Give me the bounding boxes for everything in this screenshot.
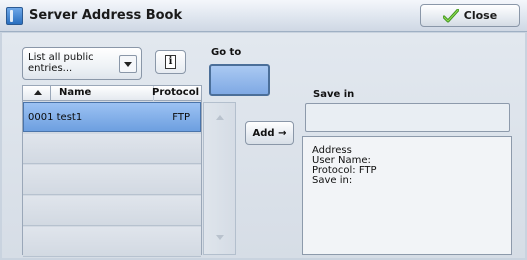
close-button[interactable]: Close [420, 4, 520, 27]
address-list: Name Protocol 0001 test1 FTP [22, 85, 202, 257]
goto-input[interactable] [209, 64, 270, 96]
list-scrollbar[interactable] [203, 102, 236, 255]
list-header: Name Protocol [23, 86, 201, 101]
table-row[interactable]: 0001 test1 FTP [23, 102, 201, 132]
filter-dropdown[interactable]: List all public entries... [22, 47, 142, 80]
save-in-label: Save in [313, 89, 355, 100]
table-row-empty[interactable] [23, 196, 201, 226]
scroll-up-icon[interactable] [216, 115, 224, 120]
goto-label: Go to [211, 47, 242, 58]
server-address-book-window: Server Address Book Close List all publi… [0, 0, 527, 260]
save-in-field[interactable] [305, 103, 510, 132]
sort-ascending-icon[interactable] [34, 90, 42, 95]
column-header-protocol[interactable]: Protocol [152, 87, 199, 98]
window-title: Server Address Book [29, 8, 183, 23]
column-divider [50, 86, 51, 101]
scroll-down-icon[interactable] [216, 235, 224, 240]
entry-details-panel: Address User Name: Protocol: FTP Save in… [302, 136, 512, 255]
add-button[interactable]: Add → [245, 121, 294, 145]
detail-save-in: Save in: [312, 175, 353, 186]
info-icon: i [165, 55, 176, 69]
info-button[interactable]: i [155, 50, 186, 74]
title-bar: Server Address Book Close [0, 0, 527, 32]
row-name: 0001 test1 [28, 112, 83, 123]
row-protocol: FTP [172, 112, 190, 123]
checkmark-icon [442, 8, 459, 22]
dropdown-arrow-icon [119, 55, 137, 73]
close-button-label: Close [463, 9, 498, 22]
filter-selected-label: List all public entries... [28, 52, 94, 74]
column-header-name[interactable]: Name [59, 87, 91, 98]
table-row-empty[interactable] [23, 134, 201, 164]
table-row-empty[interactable] [23, 227, 201, 257]
table-row-empty[interactable] [23, 165, 201, 195]
address-book-icon [6, 7, 23, 25]
